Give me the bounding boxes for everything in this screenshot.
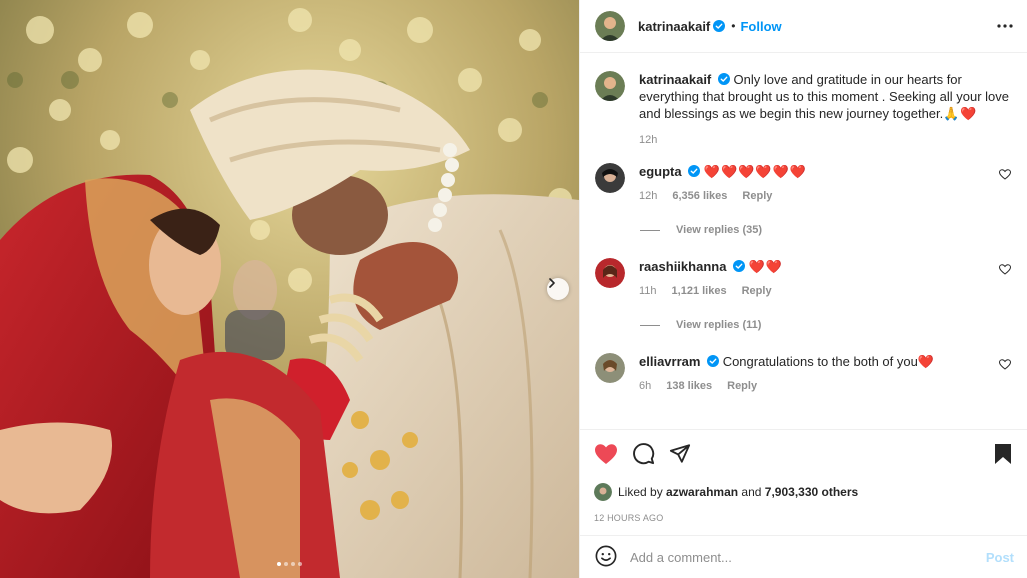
comment-like-button[interactable] [998,264,1012,278]
comment-username[interactable]: elliavrram [639,354,700,369]
comment-icon [633,443,655,465]
likes-prefix: Liked by [618,485,663,499]
more-options-icon [997,24,1013,28]
emoji-icon [595,545,617,566]
carousel-dot [277,562,281,566]
emoji-button[interactable] [595,545,617,570]
heart-outline-icon [998,359,1012,370]
comment-emoji: ❤️ [917,354,936,369]
liker-avatar [594,483,612,501]
follow-button[interactable]: Follow [740,19,781,34]
reply-button[interactable]: Reply [742,285,772,297]
replies-divider [640,324,660,326]
verified-badge-icon [688,165,701,177]
caption-emoji: 🙏❤️ [943,106,978,121]
author-avatar[interactable] [595,11,625,41]
comment-username[interactable]: raashiikhanna [639,259,726,274]
caption-time[interactable]: 12h [639,134,657,146]
commenter-avatar[interactable] [595,163,625,193]
caption: katrinaakaif Only love and gratitude in … [595,71,1011,146]
comment-button[interactable] [632,442,655,468]
post-image[interactable] [0,0,579,578]
avatar-image [595,258,625,288]
likes-and: and [741,485,762,499]
commenter-avatar[interactable] [595,258,625,288]
carousel-dot [291,562,295,566]
add-comment-bar: Post [580,535,1027,578]
author-avatar[interactable] [595,71,625,101]
post-timestamp[interactable]: 12 HOURS AGO [594,513,1012,523]
wedding-photo [0,0,579,578]
carousel-dot [284,562,288,566]
reply-button[interactable]: Reply [742,190,772,202]
verified-badge-icon [707,355,720,367]
verified-badge-icon [733,260,746,272]
comment-username[interactable]: egupta [639,164,682,179]
comment-input[interactable] [630,549,986,565]
like-button[interactable] [594,443,618,468]
view-replies-button[interactable]: View replies (35) [640,224,1011,236]
comment-emoji: ❤️❤️ [748,259,784,274]
avatar-image [595,353,625,383]
comment-text: Congratulations to the both of you [722,354,918,369]
post-modal: katrinaakaif • Follow katrinaakaif Only … [0,0,1027,578]
bookmark-filled-icon [995,443,1011,464]
comment-likes[interactable]: 6,356 likes [672,190,727,202]
view-replies-label: View replies (35) [676,224,763,236]
likes-count[interactable]: 7,903,330 others [765,485,858,499]
replies-divider [640,229,660,231]
post-comment-button[interactable]: Post [986,550,1014,565]
liker-username[interactable]: azwarahman [666,485,738,499]
avatar-image [595,11,625,41]
avatar-image [595,163,625,193]
view-replies-label: View replies (11) [676,319,762,331]
avatar-image [594,483,612,501]
comment-like-button[interactable] [998,359,1012,373]
share-button[interactable] [669,443,691,467]
comment-time[interactable]: 11h [639,285,657,297]
comment-item: egupta ❤️❤️❤️❤️❤️❤️ 12h 6,356 likes Repl… [595,163,1012,202]
avatar-image [595,71,625,101]
likes-summary[interactable]: Liked by azwarahman and 7,903,330 others [594,483,1012,501]
verified-badge-icon [713,20,726,32]
author-username[interactable]: katrinaakaif [638,19,710,34]
heart-outline-icon [998,169,1012,180]
comment-emoji: ❤️❤️❤️❤️❤️❤️ [703,164,807,179]
comment-like-button[interactable] [998,169,1012,183]
verified-badge-icon [717,73,730,85]
comment-time[interactable]: 12h [639,190,657,202]
reply-button[interactable]: Reply [727,380,757,392]
comment-time[interactable]: 6h [639,380,651,392]
save-button[interactable] [994,443,1012,468]
more-options-button[interactable] [997,24,1013,28]
comments-list[interactable]: katrinaakaif Only love and gratitude in … [580,53,1027,428]
comment-item: elliavrram Congratulations to the both o… [595,353,1012,392]
comment-item: raashiikhanna ❤️❤️ 11h 1,121 likes Reply [595,258,1012,297]
heart-filled-icon [595,443,617,464]
comment-likes[interactable]: 138 likes [666,380,712,392]
commenter-avatar[interactable] [595,353,625,383]
share-icon [669,444,691,463]
next-image-button[interactable] [547,278,569,300]
carousel-indicators [0,562,579,566]
comment-likes[interactable]: 1,121 likes [672,285,727,297]
post-details-panel: katrinaakaif • Follow katrinaakaif Only … [579,0,1027,578]
caption-username[interactable]: katrinaakaif [639,72,711,87]
chevron-right-icon [549,278,555,288]
post-header: katrinaakaif • Follow [580,0,1027,53]
view-replies-button[interactable]: View replies (11) [640,319,1011,331]
separator: • [731,19,736,33]
heart-outline-icon [998,264,1012,275]
carousel-dot [298,562,302,566]
post-actions: Liked by azwarahman and 7,903,330 others… [580,429,1027,523]
